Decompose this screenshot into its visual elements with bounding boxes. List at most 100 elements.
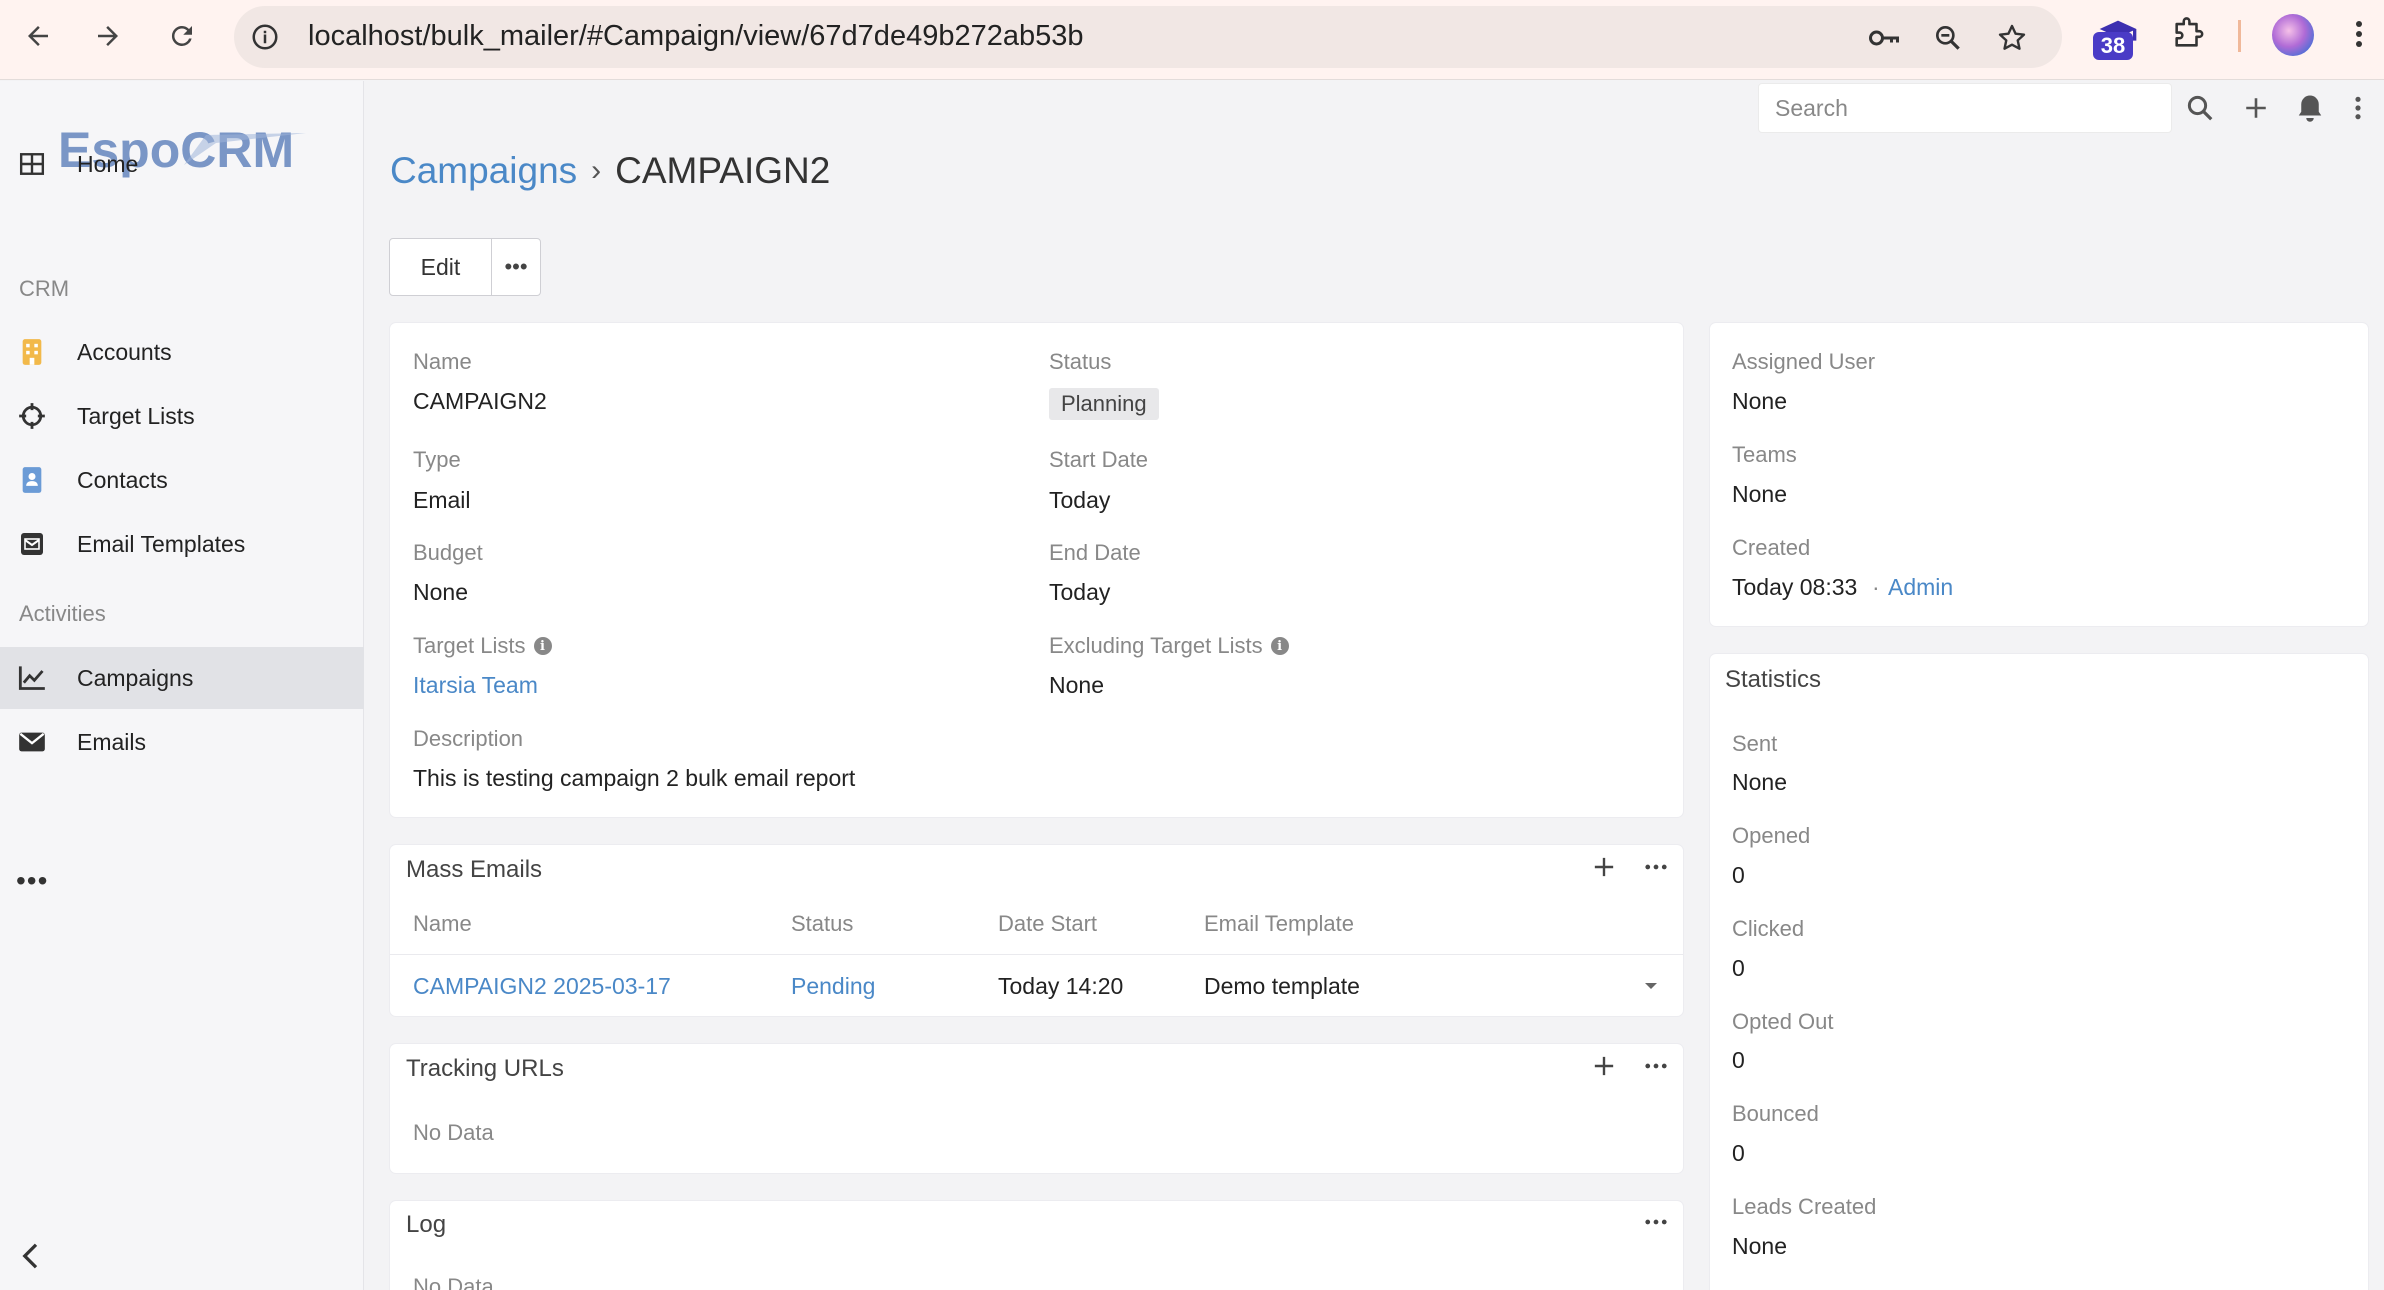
created-by-link[interactable]: Admin [1888,574,1953,601]
envelope-square-icon [16,528,48,560]
row-actions-caret-icon[interactable] [1634,969,1668,1003]
budget-value: None [413,579,468,605]
forward-icon[interactable] [86,14,130,58]
campaign-detail-panel [390,323,1683,817]
reload-icon[interactable] [160,14,204,58]
leads-created-value: None [1732,1233,1787,1259]
sidebar-item-home[interactable]: Home [0,133,364,195]
start-date-label: Start Date [1049,447,1149,472]
opted-out-label: Opted Out [1732,1009,1834,1034]
sidebar-item-label: Contacts [77,466,168,493]
collapse-sidebar-icon[interactable] [18,1241,48,1271]
sidebar-item-campaigns[interactable]: Campaigns [0,647,364,709]
extension-badge: 38 [2093,32,2133,60]
bounced-label: Bounced [1732,1101,1819,1126]
column-header-name[interactable]: Name [413,911,472,937]
site-info-icon[interactable] [248,20,282,54]
breadcrumb-separator: › [591,154,602,187]
excluding-target-lists-label: Excluding Target Lists [1049,633,1263,658]
status-badge: Planning [1049,388,1159,420]
global-search-input[interactable] [1758,83,2172,133]
name-label: Name [413,349,472,374]
search-icon[interactable] [2180,88,2220,128]
extensions-puzzle-icon[interactable] [2166,12,2210,56]
tracking-urls-empty: No Data [413,1120,494,1145]
bookmark-star-icon[interactable] [1992,18,2032,58]
opened-label: Opened [1732,823,1811,848]
table-header-divider [390,954,1683,955]
assigned-user-value: None [1732,388,1787,414]
name-value: CAMPAIGN2 [413,388,547,414]
target-lists-label: Target Lists [413,633,526,658]
page-title: CAMPAIGN2 [615,150,831,191]
description-label: Description [413,726,524,751]
sidebar-item-emails[interactable]: Emails [0,711,364,773]
sidebar-more-button[interactable]: ••• [16,865,48,897]
sidebar-item-label: Emails [77,728,147,755]
back-icon[interactable] [16,14,60,58]
sidebar-item-label: Target Lists [77,402,195,429]
mass-emails-more-icon[interactable] [1639,850,1673,884]
contact-card-icon [16,464,48,496]
url-text[interactable]: localhost/bulk_mailer/#Campaign/view/67d… [308,20,1083,53]
excluding-target-lists-value: None [1049,672,1104,698]
sidebar-item-email-templates[interactable]: Email Templates [0,513,364,575]
user-menu-icon[interactable] [2346,88,2370,128]
quick-create-plus-icon[interactable] [2236,88,2276,128]
add-tracking-url-plus-icon[interactable] [1587,1049,1621,1083]
tracking-urls-title: Tracking URLs [406,1055,564,1082]
column-header-date-start[interactable]: Date Start [998,911,1097,937]
sidebar-item-label: Email Templates [77,530,246,557]
mass-email-template: Demo template [1204,973,1360,999]
mass-email-name-link[interactable]: CAMPAIGN2 2025-03-17 [413,973,671,1000]
statistics-title: Statistics [1725,666,1822,693]
record-actions: Edit ••• [389,238,541,296]
tracking-urls-more-icon[interactable] [1639,1049,1673,1083]
log-empty: No Data [413,1274,494,1290]
budget-label: Budget [413,540,483,565]
sidebar-item-target-lists[interactable]: Target Lists [0,385,364,447]
teams-label: Teams [1732,442,1797,467]
mass-email-date-start: Today 14:20 [998,973,1124,999]
breadcrumb-campaigns-link[interactable]: Campaigns [390,150,577,192]
teams-value: None [1732,481,1787,507]
log-more-icon[interactable] [1639,1205,1673,1239]
type-value: Email [413,487,471,513]
end-date-value: Today [1049,579,1111,605]
info-icon[interactable]: i [533,637,552,655]
clicked-label: Clicked [1732,916,1805,941]
browser-menu-icon[interactable] [2344,12,2374,56]
sidebar: EspoCRM Home CRM Accounts Target Lists C… [0,81,364,1290]
status-label: Status [1049,349,1112,374]
mass-emails-title: Mass Emails [406,856,543,883]
address-bar[interactable]: localhost/bulk_mailer/#Campaign/view/67d… [234,6,2062,68]
description-value: This is testing campaign 2 bulk email re… [413,765,856,791]
assigned-user-label: Assigned User [1732,349,1876,374]
add-mass-email-plus-icon[interactable] [1587,850,1621,884]
more-actions-button[interactable]: ••• [492,239,540,295]
target-list-link[interactable]: Itarsia Team [413,672,538,699]
sidebar-item-label: Accounts [77,338,172,365]
excluding-target-lists-label-wrap: Excluding Target Lists i [1049,633,1289,659]
created-separator: · [1872,574,1880,600]
end-date-label: End Date [1049,540,1141,565]
zoom-icon[interactable] [1928,18,1968,58]
browser-toolbar: localhost/bulk_mailer/#Campaign/view/67d… [0,0,2384,80]
line-chart-icon [16,662,48,694]
edit-button[interactable]: Edit [390,239,492,295]
bounced-value: 0 [1732,1140,1745,1166]
log-title: Log [406,1211,447,1238]
tracking-urls-panel [390,1044,1683,1173]
sidebar-item-accounts[interactable]: Accounts [0,321,364,383]
toolbar-separator [2238,20,2241,52]
building-icon [16,336,48,368]
password-key-icon[interactable] [1864,18,1904,58]
column-header-status[interactable]: Status [791,911,853,937]
sidebar-item-contacts[interactable]: Contacts [0,449,364,511]
profile-avatar[interactable] [2272,14,2314,56]
info-icon[interactable]: i [1270,637,1289,655]
column-header-email-template[interactable]: Email Template [1204,911,1354,937]
sent-value: None [1732,769,1787,795]
target-lists-label-wrap: Target Lists i [413,633,552,659]
notifications-bell-icon[interactable] [2290,88,2330,128]
